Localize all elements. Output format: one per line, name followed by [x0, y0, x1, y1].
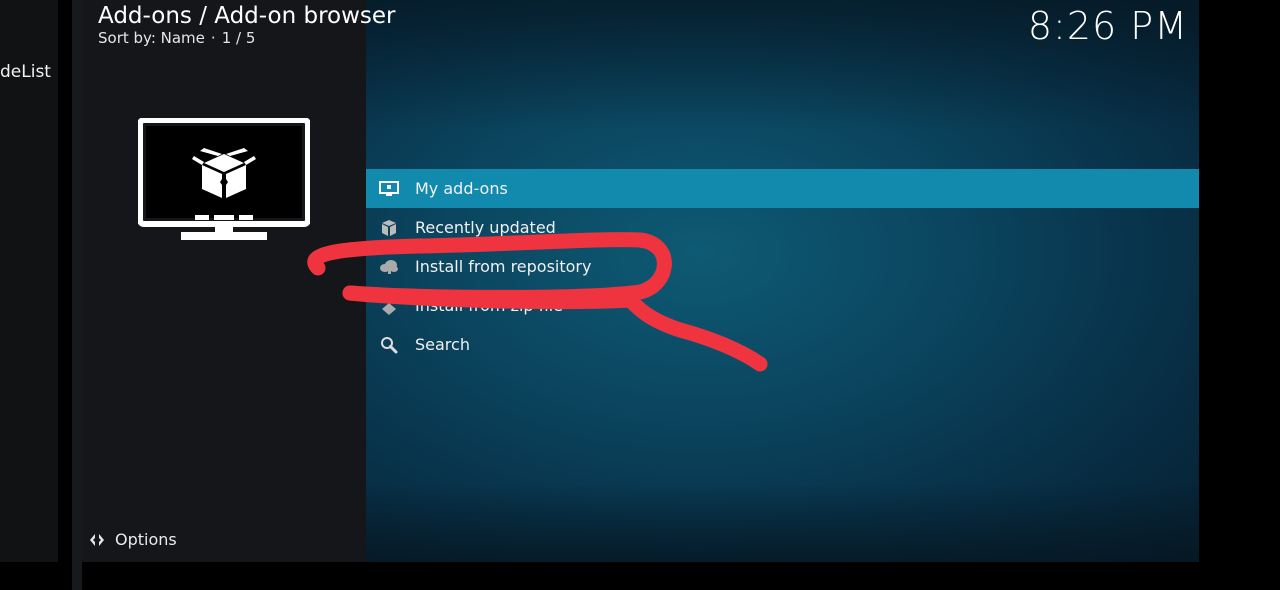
separator: ·	[210, 29, 216, 47]
divider	[72, 0, 82, 590]
addon-menu: My add-ons Recently updated Install from…	[366, 169, 1199, 364]
menu-item-label: Search	[415, 335, 470, 354]
menu-item-install-from-zip[interactable]: Install from zip file	[366, 286, 1199, 325]
menu-item-label: My add-ons	[415, 179, 508, 198]
zip-icon	[378, 295, 400, 317]
right-border	[1199, 0, 1280, 590]
monitor-icon	[378, 178, 400, 200]
sort-info: Sort by: Name · 1 / 5	[98, 29, 255, 47]
bottom-shade	[366, 482, 1199, 562]
page-counter: 1 / 5	[221, 29, 256, 47]
options-button[interactable]: Options	[88, 530, 177, 549]
menu-item-label: Recently updated	[415, 218, 556, 237]
menu-item-label: Install from repository	[415, 257, 592, 276]
box-icon	[378, 217, 400, 239]
search-icon	[378, 334, 400, 356]
menu-item-install-from-repository[interactable]: Install from repository	[366, 247, 1199, 286]
menu-item-label: Install from zip file	[415, 296, 564, 315]
options-label: Options	[115, 530, 177, 549]
left-partial-label: deList	[0, 62, 51, 82]
menu-item-search[interactable]: Search	[366, 325, 1199, 364]
side-panel	[82, 0, 366, 562]
bottom-border	[82, 562, 1199, 590]
sort-label: Sort by: Name	[98, 29, 205, 47]
clock: 8:26 PM	[1027, 4, 1188, 48]
addon-monitor-icon	[138, 118, 310, 240]
cloud-box-icon	[378, 256, 400, 278]
left-partial-panel: deList	[0, 0, 58, 562]
menu-item-recently-updated[interactable]: Recently updated	[366, 208, 1199, 247]
options-icon	[90, 533, 104, 546]
divider	[58, 0, 72, 590]
menu-item-my-addons[interactable]: My add-ons	[366, 169, 1199, 208]
page-title: Add-ons / Add-on browser	[98, 3, 396, 29]
